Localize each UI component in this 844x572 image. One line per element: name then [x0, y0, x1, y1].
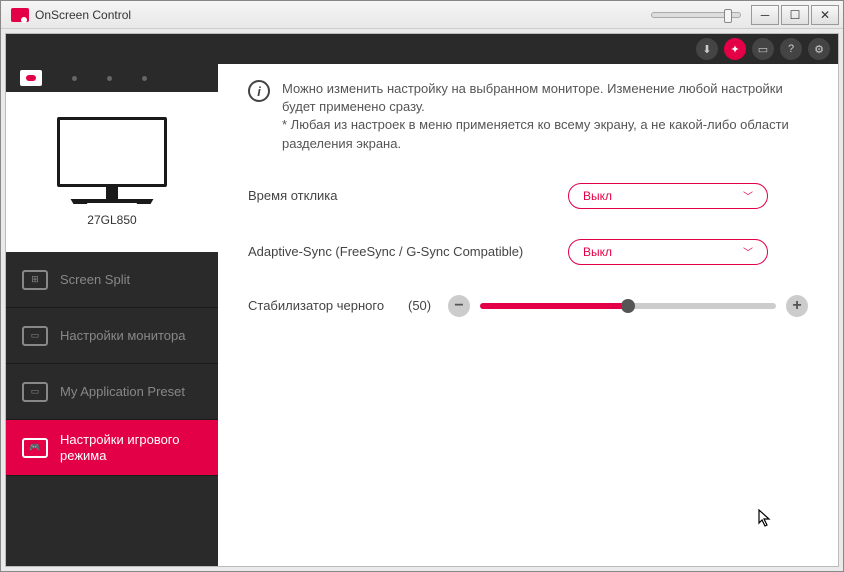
- opacity-slider[interactable]: [651, 12, 741, 18]
- top-toolbar: ⬇ ✦ ▭ ? ⚙: [6, 34, 838, 64]
- monitor-tab-3[interactable]: [107, 76, 112, 81]
- close-button[interactable]: ✕: [811, 5, 839, 25]
- help-icon[interactable]: ?: [780, 38, 802, 60]
- monitor-tab-1[interactable]: [20, 70, 42, 86]
- split-icon: ⊞: [22, 270, 48, 290]
- response-time-dropdown[interactable]: Выкл ﹀: [568, 183, 768, 209]
- setting-black-stabilizer: Стабилизатор черного (50) − +: [248, 295, 808, 317]
- info-text: Можно изменить настройку на выбранном мо…: [282, 80, 808, 153]
- increment-button[interactable]: +: [786, 295, 808, 317]
- adaptive-sync-dropdown[interactable]: Выкл ﹀: [568, 239, 768, 265]
- titlebar[interactable]: OnScreen Control ─ ☐ ✕: [1, 1, 843, 29]
- nav-screen-split[interactable]: ⊞ Screen Split: [6, 252, 218, 308]
- response-time-label: Время отклика: [248, 188, 568, 203]
- nav-app-preset[interactable]: ▭ My Application Preset: [6, 364, 218, 420]
- chevron-down-icon: ﹀: [743, 188, 753, 203]
- monitor-settings-icon: ▭: [22, 326, 48, 346]
- info-row: i Можно изменить настройку на выбранном …: [248, 80, 808, 153]
- adaptive-sync-label: Adaptive-Sync (FreeSync / G-Sync Compati…: [248, 244, 568, 259]
- sidebar: 27GL850 ⊞ Screen Split ▭ Настройки монит…: [6, 64, 218, 566]
- monitor-tab-2[interactable]: [72, 76, 77, 81]
- app-icon: [11, 8, 29, 22]
- gamepad-icon: 🎮: [22, 438, 48, 458]
- screen-icon[interactable]: ▭: [752, 38, 774, 60]
- download-icon[interactable]: ⬇: [696, 38, 718, 60]
- black-stabilizer-value: (50): [408, 298, 448, 313]
- content: 27GL850 ⊞ Screen Split ▭ Настройки монит…: [6, 64, 838, 566]
- main-panel: i Можно изменить настройку на выбранном …: [218, 64, 838, 566]
- monitor-tab-4[interactable]: [142, 76, 147, 81]
- app-preset-icon: ▭: [22, 382, 48, 402]
- monitor-tabs: [6, 64, 218, 92]
- setting-adaptive-sync: Adaptive-Sync (FreeSync / G-Sync Compati…: [248, 239, 808, 265]
- setting-response-time: Время отклика Выкл ﹀: [248, 183, 808, 209]
- app-body: ⬇ ✦ ▭ ? ⚙ 27GL85: [5, 33, 839, 567]
- minimize-button[interactable]: ─: [751, 5, 779, 25]
- nav: ⊞ Screen Split ▭ Настройки монитора ▭ My…: [6, 252, 218, 566]
- black-stabilizer-slider[interactable]: [480, 303, 776, 309]
- black-stabilizer-label: Стабилизатор черного: [248, 298, 408, 313]
- monitor-name: 27GL850: [87, 213, 136, 227]
- chevron-down-icon: ﹀: [743, 244, 753, 259]
- decrement-button[interactable]: −: [448, 295, 470, 317]
- monitor-preview: 27GL850: [6, 92, 218, 252]
- nav-game-mode[interactable]: 🎮 Настройки игрового режима: [6, 420, 218, 476]
- info-icon: i: [248, 80, 270, 102]
- app-window: OnScreen Control ─ ☐ ✕ ⬇ ✦ ▭ ? ⚙: [0, 0, 844, 572]
- pointer-icon[interactable]: ✦: [724, 38, 746, 60]
- nav-monitor-settings[interactable]: ▭ Настройки монитора: [6, 308, 218, 364]
- cursor-icon: [758, 509, 772, 532]
- settings-icon[interactable]: ⚙: [808, 38, 830, 60]
- monitor-image: [57, 117, 167, 203]
- maximize-button[interactable]: ☐: [781, 5, 809, 25]
- window-title: OnScreen Control: [35, 8, 131, 22]
- slider-thumb[interactable]: [621, 299, 635, 313]
